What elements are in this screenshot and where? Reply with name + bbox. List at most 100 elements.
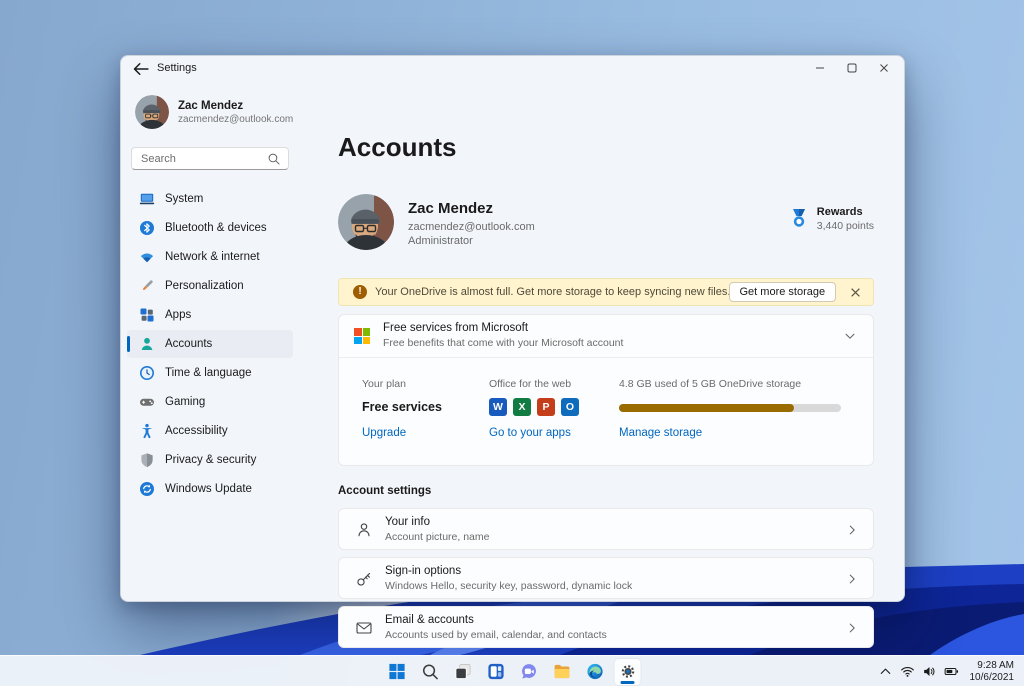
desktop: Settings Zac Mendez zacmendez@outlook.co… (0, 0, 1024, 686)
row-subtitle: Windows Hello, security key, password, d… (385, 580, 633, 592)
office-app-icons: WXPO (489, 398, 579, 416)
clock[interactable]: 9:28 AM 10/6/2021 (970, 660, 1015, 684)
search-input[interactable] (141, 149, 261, 168)
sidebar-item-accessibility[interactable]: Accessibility (127, 417, 293, 445)
system-tray: 9:28 AM 10/6/2021 (876, 656, 1019, 686)
manage-storage-link[interactable]: Manage storage (619, 427, 702, 439)
selected-indicator (127, 220, 130, 236)
account-settings-heading: Account settings (338, 485, 432, 497)
wifi-tray-icon[interactable] (898, 661, 918, 683)
sidebar-item-time-language[interactable]: Time & language (127, 359, 293, 387)
settings-taskbar-button[interactable] (614, 658, 641, 685)
person-icon (355, 521, 373, 539)
get-more-storage-button[interactable]: Get more storage (728, 282, 837, 302)
row-title: Your info (385, 516, 430, 528)
sidebar-item-apps[interactable]: Apps (127, 301, 293, 329)
word-icon[interactable]: W (489, 398, 507, 416)
banner-close-button[interactable] (846, 283, 864, 301)
settings-row-email-accounts[interactable]: Email & accounts Accounts used by email, … (338, 606, 874, 648)
free-services-header[interactable]: Free services from Microsoft Free benefi… (339, 315, 873, 357)
start-taskbar-button[interactable] (384, 659, 410, 685)
settings-row-your-info[interactable]: Your info Account picture, name (338, 508, 874, 550)
main-content: Accounts Zac Mendez zacmendez@outlook.co… (338, 82, 874, 648)
office-label: Office for the web (489, 378, 572, 390)
sidebar-item-bluetooth-devices[interactable]: Bluetooth & devices (127, 214, 293, 242)
outlook-icon[interactable]: O (561, 398, 579, 416)
rewards-medal-icon (792, 209, 805, 227)
search-box[interactable] (131, 147, 289, 170)
storage-label: 4.8 GB used of 5 GB OneDrive storage (619, 378, 802, 390)
selected-indicator (127, 423, 130, 439)
avatar (135, 95, 169, 129)
sidebar-item-network-internet[interactable]: Network & internet (127, 243, 293, 271)
widgets-taskbar-button[interactable] (483, 659, 509, 685)
sidebar-item-gaming[interactable]: Gaming (127, 388, 293, 416)
time-icon (139, 365, 155, 381)
accessibility-icon (139, 423, 155, 439)
free-services-subtitle: Free benefits that come with your Micros… (383, 337, 624, 349)
selected-indicator (127, 278, 130, 294)
close-button[interactable] (868, 56, 900, 80)
chevron-down-icon[interactable] (843, 329, 857, 343)
maximize-button[interactable] (836, 56, 868, 80)
battery-tray-icon[interactable] (942, 661, 962, 683)
task-view-taskbar-button[interactable] (450, 659, 476, 685)
settings-row-sign-in-options[interactable]: Sign-in options Windows Hello, security k… (338, 557, 874, 599)
selected-indicator (127, 452, 130, 468)
go-to-apps-link[interactable]: Go to your apps (489, 427, 571, 439)
profile-name: Zac Mendez (408, 200, 494, 217)
onedrive-warning-banner: ! Your OneDrive is almost full. Get more… (338, 278, 874, 306)
chat-taskbar-button[interactable] (516, 659, 542, 685)
upgrade-link[interactable]: Upgrade (362, 427, 406, 439)
plan-label: Your plan (362, 378, 406, 390)
sidebar-item-label: Accessibility (165, 425, 228, 437)
volume-tray-icon[interactable] (920, 661, 940, 683)
sidebar-item-label: Time & language (165, 367, 252, 379)
file-explorer-taskbar-button[interactable] (549, 659, 575, 685)
search-taskbar-button[interactable] (417, 659, 443, 685)
storage-progress-bar (619, 404, 841, 412)
sidebar-item-privacy-security[interactable]: Privacy & security (127, 446, 293, 474)
row-subtitle: Account picture, name (385, 531, 490, 543)
sidebar-item-system[interactable]: System (127, 185, 293, 213)
sidebar-item-label: Windows Update (165, 483, 252, 495)
free-services-card: Free services from Microsoft Free benefi… (338, 314, 874, 466)
sidebar-item-accounts[interactable]: Accounts (127, 330, 293, 358)
bluetooth-icon (139, 220, 155, 236)
active-app-indicator (620, 680, 635, 684)
row-title: Sign-in options (385, 565, 462, 577)
chevron-up-tray-icon[interactable] (876, 661, 896, 683)
sidebar-item-label: System (165, 193, 204, 205)
sidebar: Zac Mendez zacmendez@outlook.com System B… (121, 82, 338, 601)
selected-indicator (127, 365, 130, 381)
maximize-icon (847, 63, 857, 73)
rewards-widget[interactable]: Rewards 3,440 points (789, 206, 874, 232)
free-services-body: Your plan Office for the web 4.8 GB used… (339, 358, 873, 465)
chevron-right-icon (845, 523, 859, 537)
back-arrow-icon (133, 63, 149, 75)
sidebar-profile[interactable]: Zac Mendez zacmendez@outlook.com (135, 95, 293, 129)
minimize-button[interactable] (804, 56, 836, 80)
tray-time: 9:28 AM (977, 659, 1014, 671)
back-button[interactable] (131, 60, 151, 78)
sidebar-item-personalization[interactable]: Personalization (127, 272, 293, 300)
powerpoint-icon[interactable]: P (537, 398, 555, 416)
close-icon (880, 64, 888, 72)
task-view-icon (453, 662, 472, 681)
gaming-icon (139, 394, 155, 410)
rewards-points: 3,440 points (816, 220, 874, 232)
titlebar: Settings (121, 56, 904, 82)
sidebar-nav: System Bluetooth & devices Network & inter… (127, 185, 293, 504)
window-title: Settings (157, 62, 197, 74)
excel-icon[interactable]: X (513, 398, 531, 416)
sidebar-item-label: Personalization (165, 280, 244, 292)
minimize-icon (816, 67, 824, 69)
sidebar-item-label: Network & internet (165, 251, 260, 263)
edge-taskbar-button[interactable] (582, 659, 608, 685)
sidebar-item-windows-update[interactable]: Windows Update (127, 475, 293, 503)
privacy-icon (139, 452, 155, 468)
close-icon (850, 287, 860, 297)
page-title: Accounts (338, 132, 457, 162)
sidebar-item-label: Privacy & security (165, 454, 257, 466)
rewards-label: Rewards (816, 206, 863, 218)
